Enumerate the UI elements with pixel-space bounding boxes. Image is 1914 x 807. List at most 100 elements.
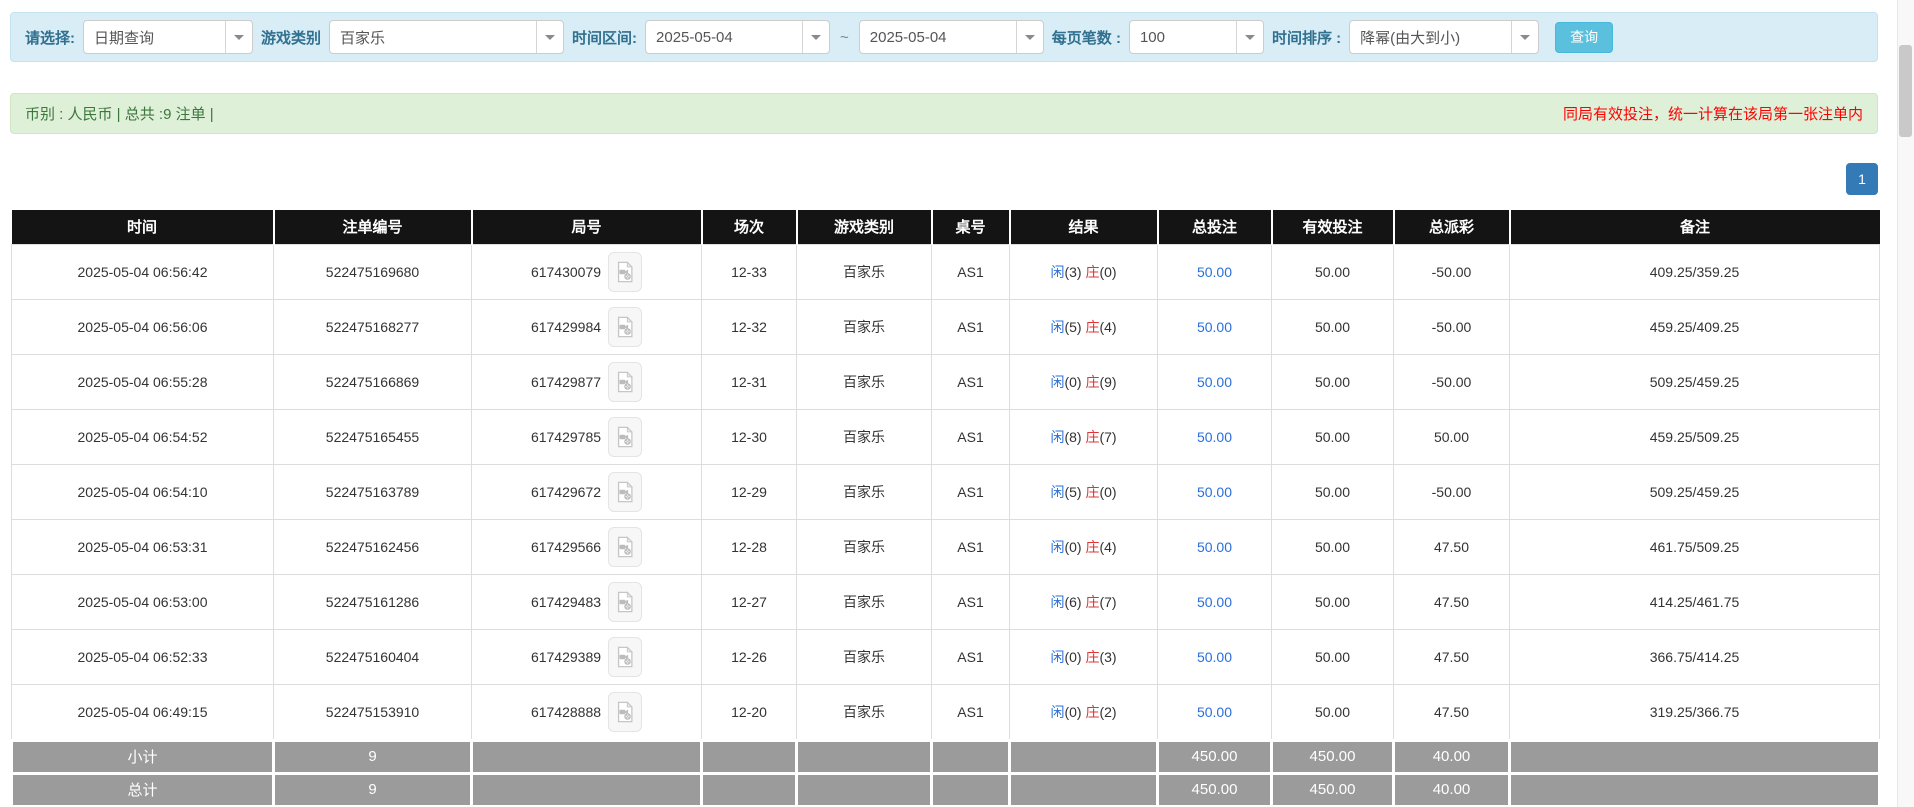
- total-bet-link[interactable]: 50.00: [1197, 319, 1232, 335]
- video-replay-button[interactable]: [608, 692, 642, 732]
- video-replay-icon: [614, 536, 636, 558]
- game-type-select[interactable]: 百家乐: [329, 20, 564, 54]
- table-row: 2025-05-04 06:54:10522475163789617429672…: [12, 464, 1880, 519]
- summary-row: 小计9450.00450.0040.00: [12, 740, 1880, 773]
- cell-game-type: 百家乐: [797, 629, 932, 684]
- summary-cell-remark: [1510, 740, 1880, 773]
- cell-remark: 459.25/509.25: [1510, 409, 1880, 464]
- query-button[interactable]: 查询: [1555, 22, 1613, 53]
- cell-session: 12-32: [702, 299, 797, 354]
- table-row: 2025-05-04 06:54:52522475165455617429785…: [12, 409, 1880, 464]
- total-bet-link[interactable]: 50.00: [1197, 429, 1232, 445]
- page-size-value: 100: [1130, 21, 1236, 53]
- chevron-down-icon: [1520, 35, 1530, 40]
- cell-bet-no: 522475160404: [274, 629, 472, 684]
- cell-table-no: AS1: [932, 244, 1010, 299]
- cell-valid-bet: 50.00: [1272, 354, 1394, 409]
- date-from-select[interactable]: 2025-05-04: [645, 20, 830, 54]
- total-bet-link[interactable]: 50.00: [1197, 484, 1232, 500]
- result-player-score: (6): [1064, 594, 1085, 610]
- table-header-row: 时间注单编号局号场次游戏类别桌号结果总投注有效投注总派彩备注: [12, 210, 1880, 244]
- cell-time: 2025-05-04 06:53:31: [12, 519, 274, 574]
- date-to-select[interactable]: 2025-05-04: [859, 20, 1044, 54]
- summary-cell-total-bet: 450.00: [1158, 773, 1272, 806]
- cell-session: 12-27: [702, 574, 797, 629]
- cell-remark: 459.25/409.25: [1510, 299, 1880, 354]
- cell-round-no: 617429785: [472, 409, 702, 464]
- video-replay-button[interactable]: [608, 637, 642, 677]
- result-banker: 庄: [1085, 484, 1099, 500]
- cell-bet-no: 522475168277: [274, 299, 472, 354]
- cell-session: 12-31: [702, 354, 797, 409]
- video-replay-button[interactable]: [608, 472, 642, 512]
- result-banker: 庄: [1085, 374, 1099, 390]
- summary-cell-valid-bet: 450.00: [1272, 740, 1394, 773]
- video-replay-button[interactable]: [608, 307, 642, 347]
- result-banker: 庄: [1085, 264, 1099, 280]
- page-size-select[interactable]: 100: [1129, 20, 1264, 54]
- summary-info-bar: 币别 : 人民币 | 总共 :9 注单 | 同局有效投注，统一计算在该局第一张注…: [10, 93, 1878, 134]
- cell-payout: -50.00: [1394, 354, 1510, 409]
- chevron-down-icon: [545, 35, 555, 40]
- cell-session: 12-26: [702, 629, 797, 684]
- cell-game-type: 百家乐: [797, 574, 932, 629]
- cell-payout: 47.50: [1394, 574, 1510, 629]
- cell-game-type: 百家乐: [797, 409, 932, 464]
- cell-remark: 414.25/461.75: [1510, 574, 1880, 629]
- video-replay-button[interactable]: [608, 582, 642, 622]
- pagination: 1: [10, 163, 1878, 195]
- video-replay-button[interactable]: [608, 362, 642, 402]
- summary-cell-session: [702, 740, 797, 773]
- vertical-scrollbar-track[interactable]: [1897, 0, 1914, 807]
- time-sort-select[interactable]: 降幂(由大到小): [1349, 20, 1539, 54]
- round-no-wrap: 617429672: [472, 465, 701, 519]
- cell-result: 闲(0) 庄(2): [1010, 684, 1158, 740]
- page-button-1[interactable]: 1: [1846, 163, 1878, 195]
- total-bet-link[interactable]: 50.00: [1197, 374, 1232, 390]
- summary-cell-game-type: [797, 740, 932, 773]
- result-banker-score: (2): [1099, 704, 1116, 720]
- video-replay-button[interactable]: [608, 527, 642, 567]
- summary-cell-valid-bet: 450.00: [1272, 773, 1394, 806]
- result-banker-score: (0): [1099, 264, 1116, 280]
- cell-result: 闲(0) 庄(3): [1010, 629, 1158, 684]
- result-banker: 庄: [1085, 704, 1099, 720]
- cell-session: 12-30: [702, 409, 797, 464]
- video-replay-icon: [614, 426, 636, 448]
- summary-cell-game-type: [797, 773, 932, 806]
- chevron-down-icon: [811, 35, 821, 40]
- total-bet-link[interactable]: 50.00: [1197, 264, 1232, 280]
- video-replay-icon: [614, 261, 636, 283]
- currency-total-text: 币别 : 人民币 | 总共 :9 注单 |: [25, 103, 214, 124]
- result-player-score: (0): [1064, 374, 1085, 390]
- total-bet-link[interactable]: 50.00: [1197, 539, 1232, 555]
- cell-result: 闲(3) 庄(0): [1010, 244, 1158, 299]
- cell-valid-bet: 50.00: [1272, 244, 1394, 299]
- cell-remark: 509.25/459.25: [1510, 354, 1880, 409]
- video-replay-button[interactable]: [608, 417, 642, 457]
- video-replay-icon: [614, 646, 636, 668]
- video-replay-button[interactable]: [608, 252, 642, 292]
- cell-round-no: 617429389: [472, 629, 702, 684]
- cell-session: 12-33: [702, 244, 797, 299]
- result-player: 闲: [1050, 704, 1064, 720]
- summary-cell-total-bet: 450.00: [1158, 740, 1272, 773]
- total-bet-link[interactable]: 50.00: [1197, 594, 1232, 610]
- result-player-score: (5): [1064, 319, 1085, 335]
- round-no-wrap: 617430079: [472, 245, 701, 299]
- vertical-scrollbar-thumb[interactable]: [1899, 45, 1912, 137]
- cell-round-no: 617428888: [472, 684, 702, 740]
- cell-payout: 47.50: [1394, 519, 1510, 574]
- cell-payout: 47.50: [1394, 629, 1510, 684]
- chevron-down-icon: [234, 35, 244, 40]
- filter-type-select[interactable]: 日期查询: [83, 20, 253, 54]
- cell-total-bet: 50.00: [1158, 354, 1272, 409]
- result-banker-score: (9): [1099, 374, 1116, 390]
- date-from-caret-zone: [802, 21, 829, 53]
- total-bet-link[interactable]: 50.00: [1197, 649, 1232, 665]
- total-bet-link[interactable]: 50.00: [1197, 704, 1232, 720]
- cell-round-no: 617430079: [472, 244, 702, 299]
- result-banker: 庄: [1085, 429, 1099, 445]
- cell-time: 2025-05-04 06:54:10: [12, 464, 274, 519]
- cell-total-bet: 50.00: [1158, 409, 1272, 464]
